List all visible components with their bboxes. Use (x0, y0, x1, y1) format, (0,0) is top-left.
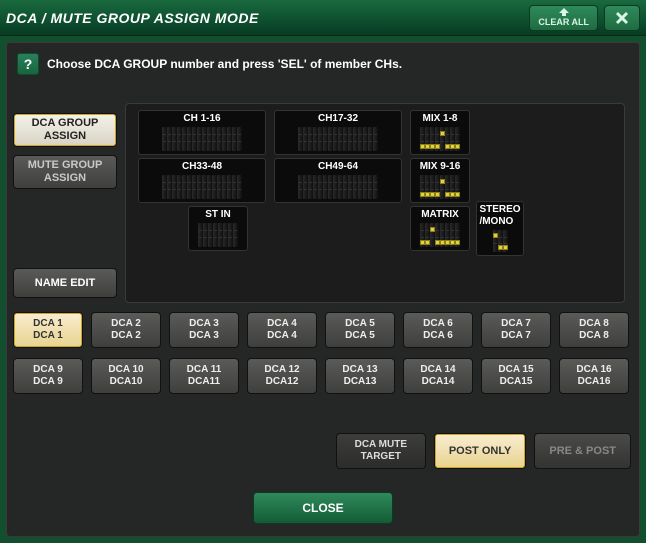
dca-button-grid: DCA 1DCA 1DCA 2DCA 2DCA 3DCA 3DCA 4DCA 4… (13, 312, 633, 404)
dca-button-3[interactable]: DCA 3DCA 3 (169, 312, 239, 348)
dca-button-16[interactable]: DCA 16DCA16 (559, 358, 629, 394)
clear-up-icon (557, 8, 571, 16)
dca-button-14[interactable]: DCA 14DCA14 (403, 358, 473, 394)
close-window-button[interactable] (604, 5, 640, 31)
dca-button-15[interactable]: DCA 15DCA15 (481, 358, 551, 394)
dca-button-7[interactable]: DCA 7DCA 7 (481, 312, 551, 348)
close-button[interactable]: CLOSE (253, 492, 393, 524)
group-ch1-16[interactable]: CH 1-16 (138, 110, 266, 155)
dca-button-2[interactable]: DCA 2DCA 2 (91, 312, 161, 348)
dca-button-12[interactable]: DCA 12DCA12 (247, 358, 317, 394)
window-title: DCA / MUTE GROUP ASSIGN MODE (6, 10, 259, 26)
group-mix1-8[interactable]: MIX 1-8 (410, 110, 470, 155)
dca-button-8[interactable]: DCA 8DCA 8 (559, 312, 629, 348)
group-matrix[interactable]: MATRIX (410, 206, 470, 251)
group-stereo-mono[interactable]: STEREO /MONO (476, 201, 524, 256)
help-icon: ? (17, 53, 39, 75)
dca-group-assign-button[interactable]: DCA GROUP ASSIGN (13, 113, 117, 147)
dca-button-13[interactable]: DCA 13DCA13 (325, 358, 395, 394)
instruction-text: Choose DCA GROUP number and press 'SEL' … (47, 57, 402, 71)
dca-button-1[interactable]: DCA 1DCA 1 (13, 312, 83, 348)
name-edit-button[interactable]: NAME EDIT (13, 268, 117, 298)
pre-and-post-button[interactable]: PRE & POST (534, 433, 631, 469)
dca-mute-target-label: DCA MUTE TARGET (336, 433, 426, 469)
group-ch33-48[interactable]: CH33-48 (138, 158, 266, 203)
post-only-button[interactable]: POST ONLY (434, 433, 527, 469)
group-st-in[interactable]: ST IN (188, 206, 248, 251)
clear-all-button[interactable]: CLEAR ALL (529, 5, 598, 31)
dca-button-9[interactable]: DCA 9DCA 9 (13, 358, 83, 394)
dca-button-5[interactable]: DCA 5DCA 5 (325, 312, 395, 348)
dca-button-10[interactable]: DCA 10DCA10 (91, 358, 161, 394)
group-mix9-16[interactable]: MIX 9-16 (410, 158, 470, 203)
dca-button-11[interactable]: DCA 11DCA11 (169, 358, 239, 394)
dca-button-6[interactable]: DCA 6DCA 6 (403, 312, 473, 348)
dca-button-4[interactable]: DCA 4DCA 4 (247, 312, 317, 348)
mute-group-assign-button[interactable]: MUTE GROUP ASSIGN (13, 155, 117, 189)
group-ch17-32[interactable]: CH17-32 (274, 110, 402, 155)
group-ch49-64[interactable]: CH49-64 (274, 158, 402, 203)
close-icon (615, 11, 629, 25)
channel-overview-panel: CH 1-16 CH17-32 MIX 1-8 CH33-48 CH49-64 … (125, 103, 625, 303)
